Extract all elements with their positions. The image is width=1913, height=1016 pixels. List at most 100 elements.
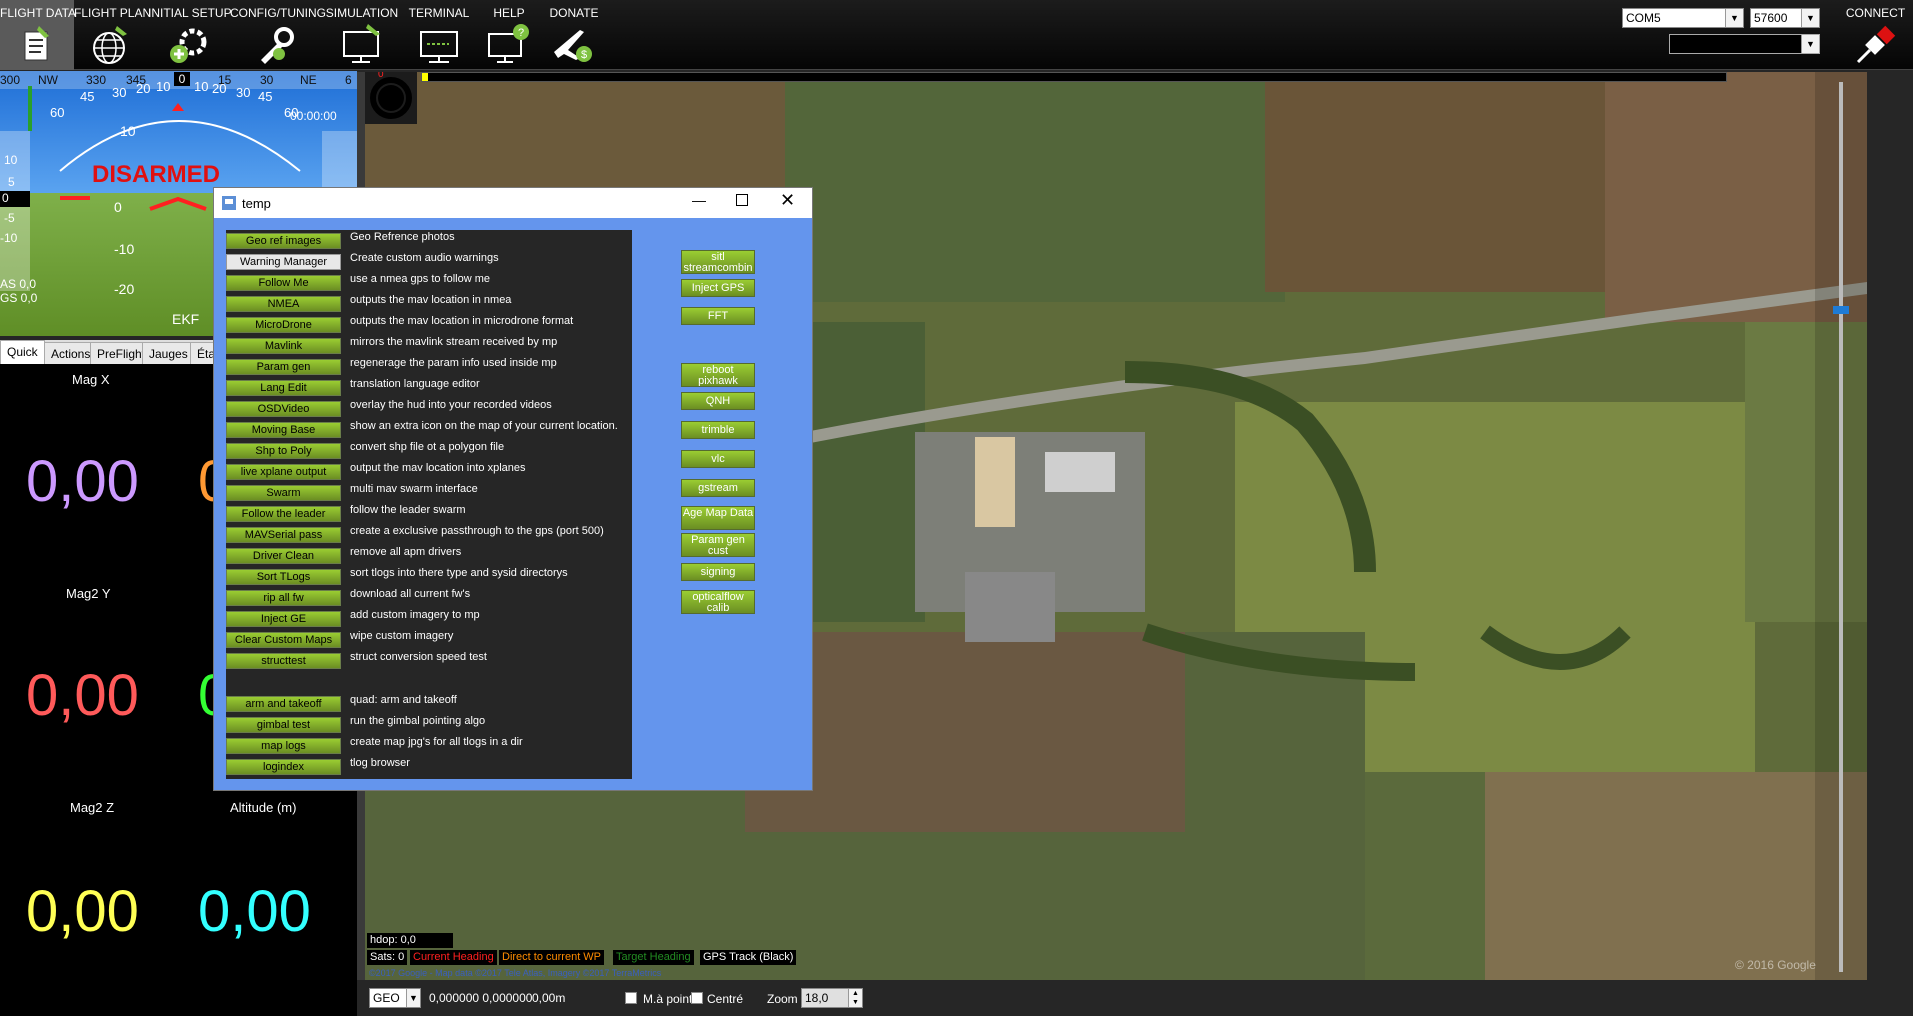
tool-button[interactable]: MAVSerial pass: [226, 527, 341, 543]
tool-button[interactable]: live xplane output: [226, 464, 341, 480]
tool-description: overlay the hud into your recorded video…: [350, 399, 552, 411]
tool-button-right[interactable]: QNH: [681, 392, 755, 410]
tab-label: Jauges: [149, 347, 188, 361]
progress-bar: 0: [378, 72, 1727, 82]
vertical-slider[interactable]: [1815, 72, 1867, 980]
tool-button-right[interactable]: gstream: [681, 479, 755, 497]
tool-button[interactable]: Shp to Poly: [226, 443, 341, 459]
connect-button[interactable]: CONNECT: [1838, 0, 1913, 70]
tool-button-right[interactable]: FFT: [681, 307, 755, 325]
roll-label: 45: [258, 89, 273, 104]
ekf-indicator[interactable]: EKF: [172, 311, 199, 327]
close-icon[interactable]: ✕: [780, 190, 795, 211]
speed-value: 0: [2, 191, 9, 205]
menu-flight-data[interactable]: FLIGHT DATA: [0, 0, 76, 70]
tool-button[interactable]: structtest: [226, 653, 341, 669]
tool-button[interactable]: Inject GE: [226, 611, 341, 627]
tool-button[interactable]: Param gen: [226, 359, 341, 375]
tool-button[interactable]: Follow the leader: [226, 506, 341, 522]
tool-button[interactable]: Lang Edit: [226, 380, 341, 396]
speed-tape-value: 0: [0, 191, 30, 207]
tool-button[interactable]: logindex: [226, 759, 341, 775]
tool-button-right[interactable]: vlc: [681, 450, 755, 468]
tool-description: Create custom audio warnings: [350, 252, 499, 264]
tool-button-right[interactable]: Inject GPS: [681, 279, 755, 297]
tool-button[interactable]: Warning Manager: [226, 254, 341, 270]
minimize-icon[interactable]: —: [692, 192, 706, 208]
tool-button[interactable]: arm and takeoff: [226, 696, 341, 712]
coord-type-select[interactable]: GEO ▼: [369, 988, 421, 1008]
tool-button[interactable]: Clear Custom Maps: [226, 632, 341, 648]
roll-label: 30: [112, 85, 127, 100]
tool-button[interactable]: MicroDrone: [226, 317, 341, 333]
alt-readout: 0,00m: [532, 991, 566, 1005]
tool-description: quad: arm and takeoff: [350, 694, 457, 706]
menu-help[interactable]: HELP ?: [474, 0, 544, 70]
tool-button[interactable]: Geo ref images: [226, 233, 341, 249]
slider-thumb[interactable]: [1833, 306, 1849, 314]
checkbox-map-point[interactable]: [625, 992, 637, 1004]
menu-label: TERMINAL: [408, 6, 470, 20]
coords-readout: 0,000000 0,000000: [429, 991, 533, 1005]
menu-label: DONATE: [549, 6, 599, 20]
baud-rate-select[interactable]: 57600 ▼: [1750, 8, 1820, 28]
chevron-down-icon: ▼: [406, 989, 420, 1007]
menu-initial-setup[interactable]: INITIAL SETUP: [148, 0, 232, 70]
checkbox-label: M.à point: [643, 992, 693, 1006]
setup-icon: [170, 28, 207, 63]
link-select[interactable]: ▼: [1669, 34, 1820, 54]
speed-tape-label: 5: [8, 175, 15, 189]
tab-jauges[interactable]: Jauges: [142, 342, 195, 364]
tool-button[interactable]: rip all fw: [226, 590, 341, 606]
pitch-label: -20: [114, 281, 135, 297]
tool-button[interactable]: OSDVideo: [226, 401, 341, 417]
menu-terminal[interactable]: TERMINAL: [404, 0, 474, 70]
tool-button-right[interactable]: Age Map Data: [681, 506, 755, 530]
speed-tape-label: -5: [4, 211, 15, 225]
tool-button-right[interactable]: Param gen cust: [681, 533, 755, 557]
menu-donate[interactable]: DONATE $: [544, 0, 604, 70]
map-watermark: © 2016 Google: [1735, 958, 1816, 972]
wrench-icon: [261, 27, 294, 64]
main-menu-bar: FLIGHT DATA FLIGHT PLAN INITIAL SETUP CO…: [0, 0, 1913, 70]
tool-description: outputs the mav location in microdrone f…: [350, 315, 574, 327]
tool-button-right[interactable]: trimble: [681, 421, 755, 439]
menu-config-tuning[interactable]: CONFIG/TUNING: [230, 0, 326, 70]
tool-button-right[interactable]: sitl streamcombin: [681, 250, 755, 274]
tool-description: show an extra icon on the map of your cu…: [350, 420, 618, 432]
menu-simulation[interactable]: SIMULATION: [320, 0, 404, 70]
zoom-input[interactable]: 18,0 ▲ ▼: [801, 988, 863, 1008]
tool-button-right[interactable]: reboot pixhawk: [681, 363, 755, 387]
menu-flight-plan[interactable]: FLIGHT PLAN: [74, 0, 151, 70]
tool-button[interactable]: Follow Me: [226, 275, 341, 291]
quick-value: 0,00: [198, 879, 311, 944]
tool-description: remove all apm drivers: [350, 546, 462, 558]
tool-button[interactable]: Sort TLogs: [226, 569, 341, 585]
quick-value: 0,00: [26, 449, 139, 514]
dialog-titlebar[interactable]: temp — ✕: [214, 188, 812, 218]
hdop-readout: hdop: 0,0: [367, 933, 453, 948]
tool-button-right[interactable]: signing: [681, 563, 755, 581]
progress-marker: [422, 73, 428, 81]
tab-quick[interactable]: Quick: [0, 340, 45, 364]
tool-button[interactable]: Swarm: [226, 485, 341, 501]
maximize-icon[interactable]: [736, 194, 748, 206]
tool-description: struct conversion speed test: [350, 651, 487, 663]
tool-button[interactable]: NMEA: [226, 296, 341, 312]
baud-rate-value: 57600: [1754, 11, 1788, 25]
quick-value: 0,00: [26, 663, 139, 728]
roll-label: 20: [136, 81, 151, 96]
checkbox-centered[interactable]: [691, 992, 703, 1004]
tool-button[interactable]: gimbal test: [226, 717, 341, 733]
tool-button-right[interactable]: opticalflow calib: [681, 590, 755, 614]
spinner-icon[interactable]: ▲ ▼: [848, 989, 862, 1007]
tool-button[interactable]: Driver Clean: [226, 548, 341, 564]
com-port-select[interactable]: COM5 ▼: [1622, 8, 1744, 28]
arm-status: DISARMED: [92, 161, 221, 188]
tool-button[interactable]: Moving Base: [226, 422, 341, 438]
tool-button[interactable]: map logs: [226, 738, 341, 754]
tool-button[interactable]: Mavlink: [226, 338, 341, 354]
temp-dialog: temp — ✕ Geo ref images Geo Refrence phot…: [213, 187, 813, 791]
tool-description: sort tlogs into there type and sysid dir…: [350, 567, 568, 579]
legend-target-heading: Target Heading: [613, 950, 694, 965]
